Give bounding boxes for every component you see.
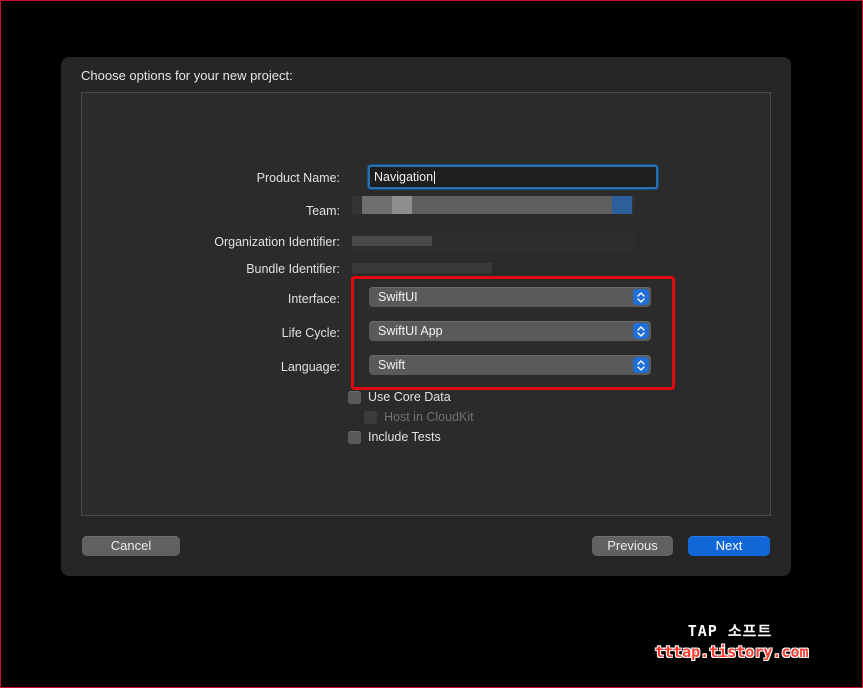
use-core-data-checkbox[interactable]: Use Core Data (348, 390, 451, 404)
organization-identifier-label: Organization Identifier: (214, 235, 340, 249)
bundle-identifier-label: Bundle Identifier: (246, 262, 340, 276)
host-in-cloudkit-label: Host in CloudKit (384, 410, 474, 424)
new-project-sheet: Choose options for your new project: Pro… (61, 57, 791, 576)
redacted-block (362, 196, 392, 214)
redacted-block (352, 236, 432, 246)
product-name-value: Navigation (374, 170, 434, 184)
redacted-block (612, 196, 632, 214)
language-label: Language: (280, 360, 340, 374)
annotation-highlight-box (351, 276, 675, 390)
team-popup[interactable] (352, 196, 634, 214)
product-name-label: Product Name: (256, 171, 340, 185)
options-panel: Product Name: Navigation Team: Organizat… (81, 92, 771, 516)
interface-label: Interface: (287, 292, 340, 306)
redacted-block (412, 196, 612, 214)
checkbox-box (348, 430, 361, 444)
use-core-data-label: Use Core Data (368, 390, 451, 404)
product-name-field[interactable]: Navigation (368, 165, 658, 189)
redacted-block (392, 196, 412, 214)
watermark-brand: TAP 소프트 (687, 622, 773, 640)
bundle-identifier-value (352, 263, 492, 273)
organization-identifier-field[interactable] (352, 233, 634, 251)
include-tests-label: Include Tests (368, 430, 441, 444)
watermark-url: tttap.tistory.com (655, 643, 809, 661)
next-button[interactable]: Next (688, 536, 770, 556)
include-tests-checkbox[interactable]: Include Tests (348, 430, 441, 444)
watermark: TAP 소프트 tttap.tistory.com (655, 620, 809, 661)
checkbox-box (364, 410, 377, 424)
team-label: Team: (305, 204, 340, 218)
checkbox-box (348, 390, 361, 404)
life-cycle-label: Life Cycle: (281, 326, 340, 340)
previous-button[interactable]: Previous (592, 536, 673, 556)
cancel-button[interactable]: Cancel (82, 536, 180, 556)
host-in-cloudkit-checkbox[interactable]: Host in CloudKit (364, 410, 474, 424)
text-caret (434, 171, 436, 185)
sheet-title: Choose options for your new project: (81, 68, 293, 83)
